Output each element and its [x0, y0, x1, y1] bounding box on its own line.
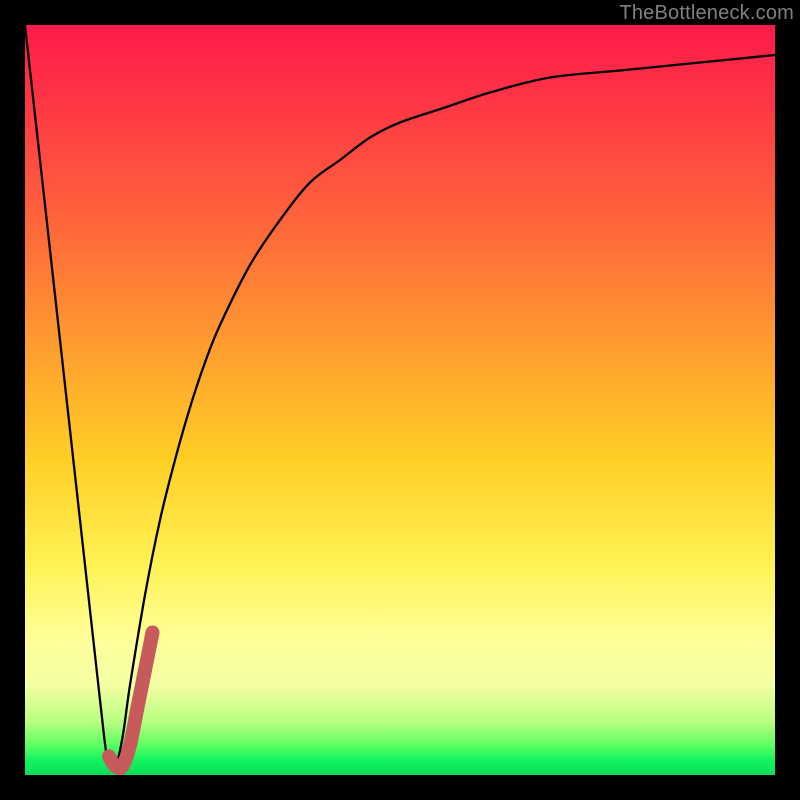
watermark-text: TheBottleneck.com	[619, 2, 794, 25]
plot-area	[25, 25, 775, 775]
chart-frame: TheBottleneck.com	[0, 0, 800, 800]
bottleneck-curve-line	[25, 25, 775, 770]
highlight-j-marker	[109, 633, 153, 768]
curve-svg	[25, 25, 775, 775]
